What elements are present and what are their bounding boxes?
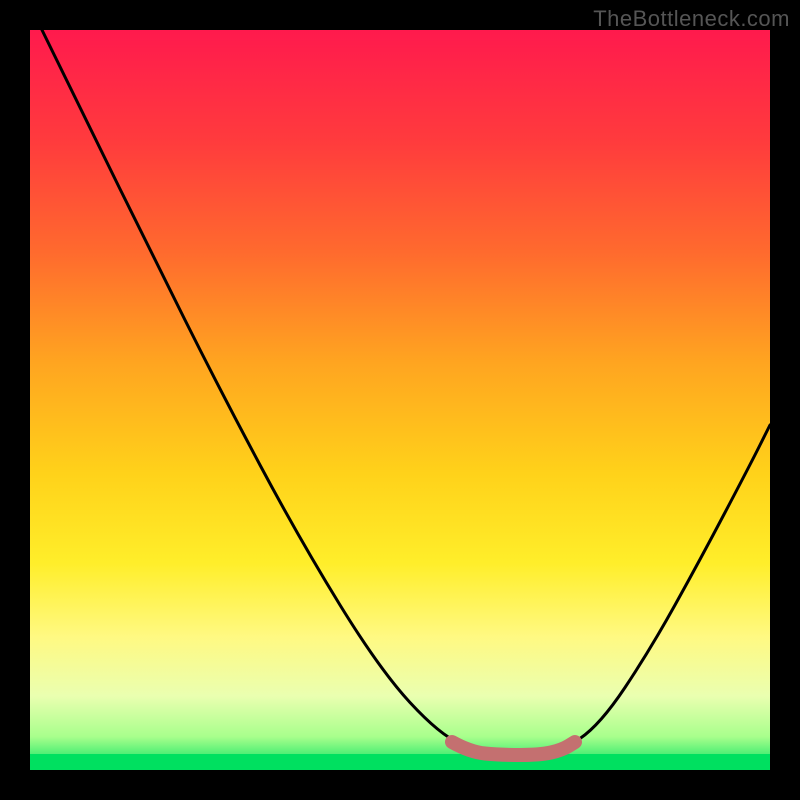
chart-svg bbox=[0, 0, 800, 800]
bottleneck-chart bbox=[0, 0, 800, 800]
watermark-label: TheBottleneck.com bbox=[593, 6, 790, 32]
